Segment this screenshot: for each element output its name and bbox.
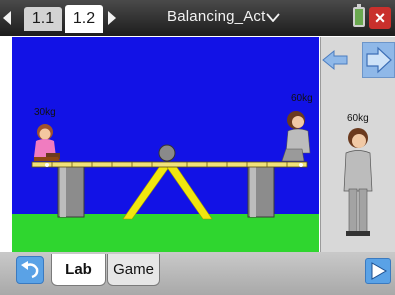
arrow-right-icon (366, 46, 392, 74)
left-weight-label: 30kg (34, 107, 56, 118)
tab-1-2[interactable]: 1.2 (65, 5, 103, 33)
document-title[interactable]: Balancing_Act (167, 8, 266, 25)
palette-weight-label: 60kg (347, 113, 369, 124)
battery-icon (353, 4, 365, 27)
pivot-knob (158, 144, 176, 162)
right-weight-label: 60kg (291, 93, 313, 104)
close-icon[interactable]: × (369, 7, 391, 29)
right-pillar (247, 164, 275, 218)
left-margin (0, 37, 12, 252)
palette-adult-figure[interactable] (338, 125, 378, 243)
chevron-down-icon[interactable] (266, 13, 280, 22)
seesaw-drawing (31, 111, 311, 220)
child-figure-left[interactable] (34, 124, 60, 161)
left-pillar (57, 164, 85, 218)
undo-button[interactable] (16, 256, 44, 284)
balance-scene[interactable]: 30kg 60kg (12, 37, 319, 252)
adult-figure-right[interactable] (281, 111, 311, 162)
triangle-right-icon[interactable] (108, 11, 116, 25)
tab-1-1[interactable]: 1.1 (24, 7, 62, 31)
play-icon (371, 262, 388, 280)
tab-lab[interactable]: Lab (51, 254, 106, 286)
seesaw-plank[interactable] (31, 161, 308, 168)
triangle-left-icon[interactable] (3, 11, 11, 25)
arrow-left-icon[interactable] (321, 49, 349, 71)
arrow-right-button[interactable] (362, 42, 395, 78)
tab-game[interactable]: Game (107, 254, 160, 286)
undo-icon (21, 261, 39, 279)
fulcrum-support (122, 162, 213, 220)
play-button[interactable] (365, 258, 391, 284)
